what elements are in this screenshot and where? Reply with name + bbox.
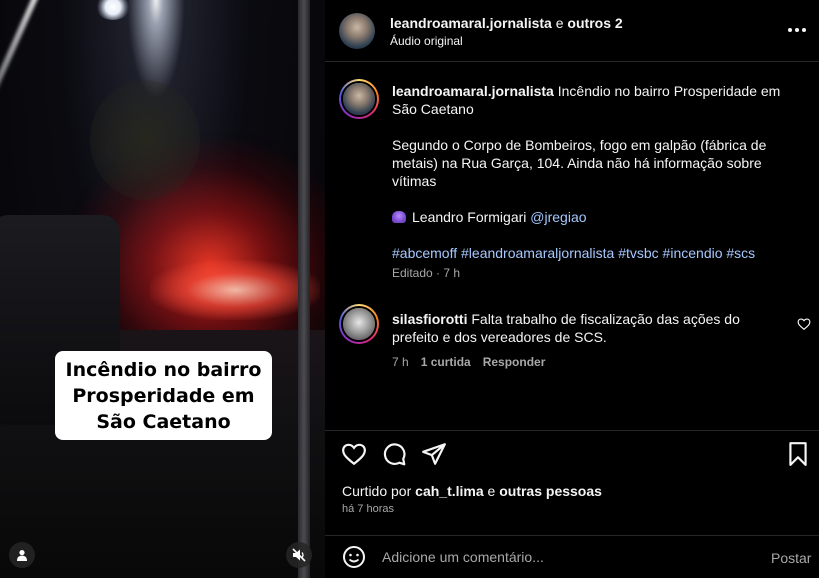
comment-time: 7 h xyxy=(392,355,409,369)
liked-by: Curtido por cah_t.lima e outras pessoas xyxy=(342,483,602,499)
caption-avatar[interactable] xyxy=(339,79,379,119)
utility-pole xyxy=(298,0,310,578)
commenter-avatar[interactable] xyxy=(339,304,379,344)
post-timestamp[interactable]: há 7 horas xyxy=(342,503,394,515)
author-avatar[interactable] xyxy=(339,13,375,49)
more-dot-icon xyxy=(788,28,792,32)
mute-button[interactable] xyxy=(286,542,312,568)
audio-link[interactable]: Áudio original xyxy=(390,34,463,48)
author-username-link[interactable]: leandroamaral.jornalista xyxy=(390,15,552,31)
share-send-icon[interactable] xyxy=(421,441,447,467)
comment-meta: 7 h 1 curtida Responder xyxy=(392,355,545,369)
mention-link[interactable]: @jregiao xyxy=(530,209,586,225)
commenter-username[interactable]: silasfiorotti xyxy=(392,311,467,327)
reply-button[interactable]: Responder xyxy=(483,355,546,369)
post-header: leandroamaral.jornalista e outros 2 Áudi… xyxy=(325,0,819,62)
like-heart-icon[interactable] xyxy=(341,441,367,467)
liked-by-user-link[interactable]: cah_t.lima xyxy=(415,483,483,499)
comment-composer: Postar xyxy=(325,535,819,578)
action-bar xyxy=(325,430,819,474)
save-bookmark-icon[interactable] xyxy=(785,441,811,467)
liked-by-and: e xyxy=(487,483,496,499)
emoji-icon[interactable] xyxy=(342,545,366,569)
post-comment-button[interactable]: Postar xyxy=(771,550,811,566)
comment-text: silasfiorotti Falta trabalho de fiscaliz… xyxy=(392,310,782,346)
collaborators-link[interactable]: outros 2 xyxy=(567,15,622,31)
video-player[interactable]: Incêndio no bairro Prosperidade em São C… xyxy=(0,0,325,578)
speaker-muted-icon xyxy=(292,548,306,562)
header-usernames: leandroamaral.jornalista e outros 2 xyxy=(390,15,623,31)
emergency-lights xyxy=(150,260,320,320)
liked-by-others-link[interactable]: outras pessoas xyxy=(499,483,602,499)
caption-username[interactable]: leandroamaral.jornalista xyxy=(392,83,554,99)
comment-input[interactable] xyxy=(382,545,752,569)
post-panel: leandroamaral.jornalista e outros 2 Áudi… xyxy=(325,0,819,578)
header-separator: e xyxy=(555,15,564,31)
comment-bubble-icon[interactable] xyxy=(381,441,407,467)
ghost-emoji-icon xyxy=(392,211,406,223)
tagged-users-button[interactable] xyxy=(9,542,35,568)
comment-like-heart-icon[interactable] xyxy=(797,317,811,331)
video-overlay-caption: Incêndio no bairro Prosperidade em São C… xyxy=(55,351,272,440)
hashtags[interactable]: #abcemoff #leandroamaraljornalista #tvsb… xyxy=(392,244,802,262)
liked-by-prefix: Curtido por xyxy=(342,483,412,499)
user-icon xyxy=(17,550,27,561)
tree-silhouette xyxy=(90,80,200,200)
credit-name: Leandro Formigari xyxy=(412,209,527,225)
comment-likes-link[interactable]: 1 curtida xyxy=(421,355,471,369)
streetlight xyxy=(96,0,130,20)
more-options-button[interactable] xyxy=(785,20,809,40)
caption-meta: Editado · 7 h xyxy=(392,266,461,280)
caption-body: Segundo o Corpo de Bombeiros, fogo em ga… xyxy=(392,137,767,189)
caption-text: leandroamaral.jornalista Incêndio no bai… xyxy=(392,82,802,282)
